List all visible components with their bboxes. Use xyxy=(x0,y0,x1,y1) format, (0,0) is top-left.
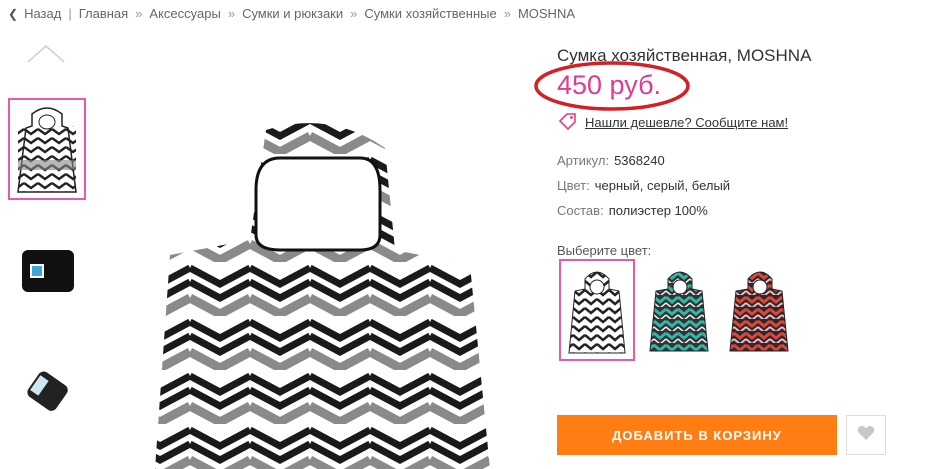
back-link[interactable]: Назад xyxy=(24,6,61,21)
add-to-favorites-button[interactable] xyxy=(846,415,886,455)
attribute-composition: Состав: полиэстер 100% xyxy=(557,203,708,218)
color-swatch-black[interactable] xyxy=(559,259,635,361)
thumbnail-2[interactable] xyxy=(8,220,86,322)
found-cheaper-link[interactable]: Нашли дешевле? Сообщите нам! xyxy=(557,112,788,133)
chevron-up-icon[interactable] xyxy=(26,42,66,66)
chevron-left-icon: ❮ xyxy=(8,7,19,21)
product-price: 450 руб. xyxy=(557,70,662,100)
breadcrumb-separator: » xyxy=(503,6,511,21)
breadcrumb-separator: » xyxy=(135,6,143,21)
heart-icon xyxy=(857,425,875,446)
add-to-cart-button[interactable]: ДОБАВИТЬ В КОРЗИНУ xyxy=(557,415,837,455)
breadcrumb-divider: | xyxy=(68,6,72,21)
breadcrumb-item-accessories[interactable]: Аксессуары xyxy=(149,6,220,21)
color-swatch-red[interactable] xyxy=(722,259,798,361)
breadcrumb-item-current: MOSHNA xyxy=(517,6,575,21)
breadcrumb-separator: » xyxy=(227,6,236,21)
attribute-color: Цвет: черный, серый, белый xyxy=(557,178,731,193)
breadcrumb-item-home[interactable]: Главная xyxy=(79,6,128,21)
tag-icon xyxy=(557,112,577,133)
breadcrumb-item-bags[interactable]: Сумки и рюкзаки xyxy=(242,6,343,21)
attribute-article: Артикул: 5368240 xyxy=(557,153,665,168)
choose-color-label: Выберите цвет: xyxy=(557,243,652,258)
thumbnail-3[interactable] xyxy=(8,342,86,444)
found-cheaper-label[interactable]: Нашли дешевле? Сообщите нам! xyxy=(585,115,788,130)
main-product-image xyxy=(130,100,530,469)
breadcrumb: ❮ Назад | Главная » Аксессуары » Сумки и рюкзак… xyxy=(8,6,575,21)
breadcrumb-separator: » xyxy=(350,6,358,21)
breadcrumb-item-shopping-bags[interactable]: Сумки хозяйственные xyxy=(364,6,496,21)
thumbnail-1[interactable] xyxy=(8,98,86,200)
color-swatch-turquoise[interactable] xyxy=(642,259,718,361)
